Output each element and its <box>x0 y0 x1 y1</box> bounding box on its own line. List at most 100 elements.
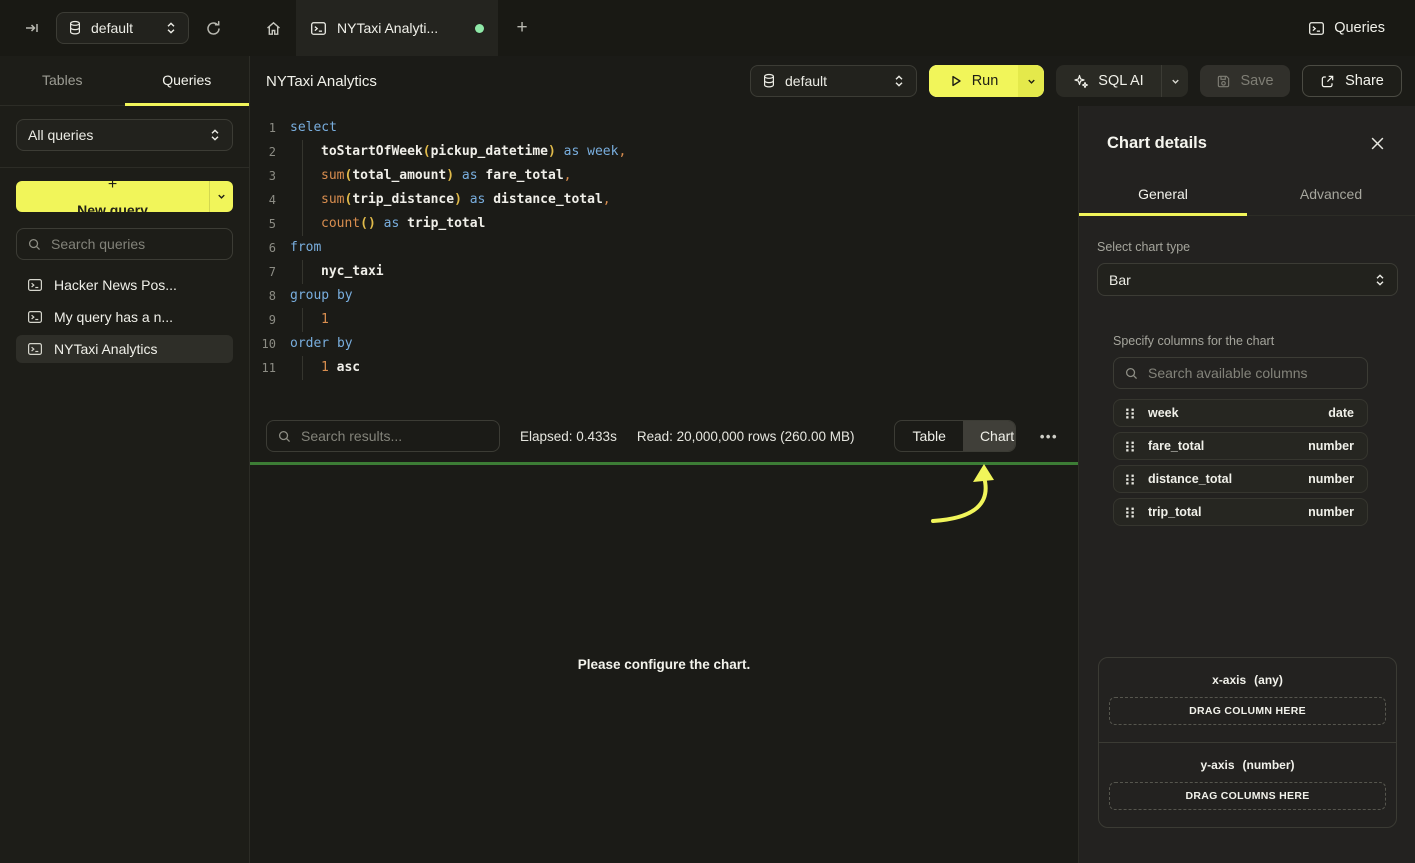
x-axis-section: x-axis (any) DRAG COLUMN HERE <box>1099 658 1396 742</box>
results-search <box>266 420 500 452</box>
x-axis-dropzone[interactable]: DRAG COLUMN HERE <box>1109 697 1386 725</box>
column-name: week <box>1148 406 1317 420</box>
available-columns-list: week date fare_total number <box>1113 399 1368 526</box>
drag-handle-icon[interactable] <box>1123 439 1137 454</box>
new-tab-button[interactable]: + <box>498 0 546 56</box>
sidebar: Tables Queries All queries + New query <box>0 56 250 863</box>
search-icon <box>27 237 42 252</box>
hint-arrow <box>905 463 1005 533</box>
column-name: trip_total <box>1148 505 1297 519</box>
queries-filter-select[interactable]: All queries <box>16 119 233 151</box>
x-axis-type: (any) <box>1254 673 1283 687</box>
workspace: 1 select 2 toStartOfWeek(pickup_datetime… <box>250 106 1078 863</box>
tab-label: NYTaxi Analyti... <box>337 20 465 36</box>
saved-query-item[interactable]: My query has a n... <box>16 303 233 331</box>
columns-section: Specify columns for the chart <box>1113 334 1368 526</box>
new-query-dropdown[interactable] <box>209 181 233 212</box>
home-icon <box>265 20 282 37</box>
saved-query-item[interactable]: NYTaxi Analytics <box>16 335 233 363</box>
database-icon <box>68 20 82 36</box>
terminal-icon <box>27 277 43 293</box>
sql-ai-button[interactable]: SQL AI <box>1056 65 1188 97</box>
column-name: fare_total <box>1148 439 1297 453</box>
chevron-updown-icon <box>1374 273 1386 287</box>
queries-search-input[interactable] <box>51 236 222 252</box>
y-axis-label: y-axis <box>1200 758 1234 772</box>
run-options-dropdown[interactable] <box>1018 65 1044 97</box>
save-label: Save <box>1240 73 1273 89</box>
sparkles-icon <box>1073 73 1089 89</box>
column-row[interactable]: week date <box>1113 399 1368 427</box>
line-number: 6 <box>250 236 276 260</box>
unsaved-changes-dot <box>475 24 484 33</box>
chart-tab-general[interactable]: General <box>1079 174 1247 216</box>
drag-handle-icon[interactable] <box>1123 472 1137 487</box>
queries-filter-value: All queries <box>28 127 200 143</box>
chart-panel-body: Select chart type Bar Specify columns fo… <box>1079 216 1415 863</box>
close-panel-button[interactable] <box>1367 133 1387 153</box>
y-axis-type: (number) <box>1243 758 1295 772</box>
column-type: number <box>1308 472 1354 486</box>
refresh-button[interactable] <box>199 14 227 42</box>
column-row[interactable]: fare_total number <box>1113 432 1368 460</box>
terminal-icon <box>27 341 43 357</box>
line-number: 10 <box>250 332 276 356</box>
sidebar-actions: + New query <box>0 168 249 260</box>
code-text: 1 asc <box>290 356 360 380</box>
sql-console-app: default NYTaxi Analyti... + Queries <box>0 0 1415 863</box>
share-icon <box>1320 74 1335 89</box>
code-line: 1 select <box>250 116 1078 140</box>
sidebar-tab-queries[interactable]: Queries <box>125 56 250 106</box>
chart-details-panel: Chart details General Advanced Select ch… <box>1078 106 1415 863</box>
save-icon <box>1216 74 1231 89</box>
save-button[interactable]: Save <box>1200 65 1290 97</box>
elapsed-time: Elapsed: 0.433s <box>520 429 617 444</box>
sidebar-tab-tables[interactable]: Tables <box>0 56 125 106</box>
columns-search <box>1113 357 1368 389</box>
run-button[interactable]: Run <box>929 65 1044 97</box>
share-button[interactable]: Share <box>1302 65 1402 97</box>
collapse-sidebar-button[interactable] <box>18 14 46 42</box>
column-row[interactable]: distance_total number <box>1113 465 1368 493</box>
column-row[interactable]: trip_total number <box>1113 498 1368 526</box>
code-text: group by <box>290 284 353 308</box>
chart-tab-advanced[interactable]: Advanced <box>1247 174 1415 216</box>
y-axis-dropzone[interactable]: DRAG COLUMNS HERE <box>1109 782 1386 810</box>
saved-query-item[interactable]: Hacker News Pos... <box>16 271 233 299</box>
run-label: Run <box>972 73 999 89</box>
chevron-updown-icon <box>209 128 221 142</box>
code-text: nyc_taxi <box>290 260 384 284</box>
queries-button[interactable]: Queries <box>1296 0 1415 56</box>
sql-editor[interactable]: 1 select 2 toStartOfWeek(pickup_datetime… <box>250 106 1078 410</box>
line-number: 2 <box>250 140 276 164</box>
toolbar-database-select[interactable]: default <box>750 65 917 97</box>
sql-ai-dropdown[interactable] <box>1161 65 1188 97</box>
chevron-down-icon <box>1170 76 1181 87</box>
topbar-database-select[interactable]: default <box>56 12 189 44</box>
new-query-button[interactable]: + New query <box>16 181 233 212</box>
code-text: from <box>290 236 321 260</box>
columns-search-input[interactable] <box>1148 365 1357 381</box>
terminal-icon <box>310 20 327 37</box>
code-line: 11 1 asc <box>250 356 1078 380</box>
chart-type-select[interactable]: Bar <box>1097 263 1398 296</box>
home-button[interactable] <box>250 0 296 56</box>
code-line: 2 toStartOfWeek(pickup_datetime) as week… <box>250 140 1078 164</box>
x-axis-label: x-axis <box>1212 673 1246 687</box>
chart-type-value: Bar <box>1109 272 1365 288</box>
view-tab-chart[interactable]: Chart <box>963 421 1016 451</box>
code-text: order by <box>290 332 353 356</box>
results-search-input[interactable] <box>301 428 489 444</box>
code-line: 5 count() as trip_total <box>250 212 1078 236</box>
share-label: Share <box>1345 73 1384 89</box>
columns-label: Specify columns for the chart <box>1113 334 1368 348</box>
results-more-menu[interactable]: ••• <box>1036 429 1062 444</box>
results-bar: Elapsed: 0.433s Read: 20,000,000 rows (2… <box>250 410 1078 462</box>
chart-type-label: Select chart type <box>1097 240 1398 254</box>
panel-spacer <box>1097 526 1398 657</box>
tab-nytaxi-analytics[interactable]: NYTaxi Analyti... <box>296 0 498 56</box>
close-icon <box>1370 136 1385 151</box>
drag-handle-icon[interactable] <box>1123 406 1137 421</box>
view-tab-table[interactable]: Table <box>895 421 962 451</box>
drag-handle-icon[interactable] <box>1123 505 1137 520</box>
